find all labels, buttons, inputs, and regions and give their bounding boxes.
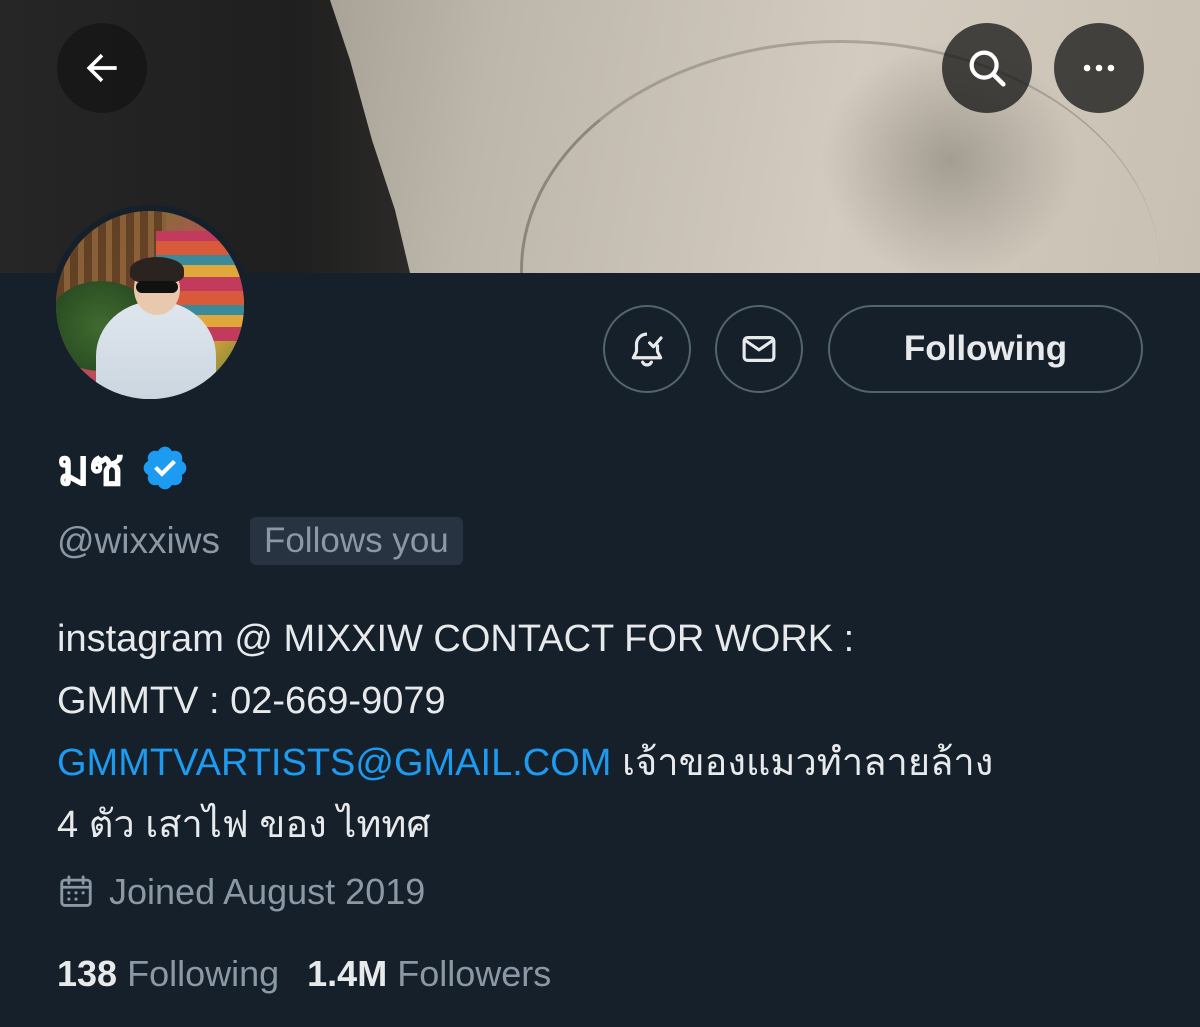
follow-stats: 138 Following 1.4M Followers <box>57 946 551 1002</box>
search-button[interactable] <box>942 23 1032 113</box>
followers-label: Followers <box>397 953 552 994</box>
search-icon <box>969 50 1006 87</box>
followers-count: 1.4M <box>307 953 388 994</box>
display-name: มซ <box>57 440 124 496</box>
following-stat[interactable]: 138 Following <box>57 953 279 995</box>
more-button[interactable] <box>1054 23 1144 113</box>
envelope-icon <box>742 336 776 362</box>
bio-text-thai: เจ้าของแมวทำลายล้าง <box>611 742 994 784</box>
bio-line-1: instagram @ MIXXIW CONTACT FOR WORK : <box>57 618 855 660</box>
bio-line-2: GMMTV : 02-669-9079 <box>57 680 446 722</box>
following-button-label: Following <box>903 329 1068 368</box>
following-button[interactable]: Following <box>828 305 1143 393</box>
following-count: 138 <box>57 953 118 994</box>
follows-you-badge: Follows you <box>249 517 463 565</box>
joined-row: Joined August 2019 <box>57 864 425 920</box>
avatar[interactable] <box>50 205 250 405</box>
arrow-left-icon <box>86 53 117 83</box>
user-handle: @wixxiws <box>57 520 220 561</box>
bio-line-3: GMMTVARTISTS@GMAIL.COM เจ้าของแมวทำลายล้… <box>57 732 1147 794</box>
display-name-row: มซ <box>57 438 190 498</box>
handle-row: @wixxiws Follows you <box>57 516 463 566</box>
back-button[interactable] <box>57 23 147 113</box>
followers-stat[interactable]: 1.4M Followers <box>307 953 551 995</box>
profile-bio: instagram @ MIXXIW CONTACT FOR WORK : GM… <box>57 608 1147 856</box>
calendar-icon <box>60 875 92 907</box>
message-button[interactable] <box>715 305 803 393</box>
more-horizontal-icon <box>1083 64 1115 72</box>
verified-badge-icon[interactable] <box>140 443 190 493</box>
notifications-button[interactable] <box>603 305 691 393</box>
avatar-photo <box>56 211 244 399</box>
bio-line-4: 4 ตัว เสาไฟ ของ ไททศ <box>57 804 431 846</box>
joined-date: Joined August 2019 <box>109 871 426 912</box>
following-label: Following <box>127 953 280 994</box>
bell-check-icon <box>631 332 663 367</box>
profile-screen: Following มซ @wixxiws Follows you instag… <box>0 0 1200 1027</box>
bio-email-link[interactable]: GMMTVARTISTS@GMAIL.COM <box>57 742 611 784</box>
